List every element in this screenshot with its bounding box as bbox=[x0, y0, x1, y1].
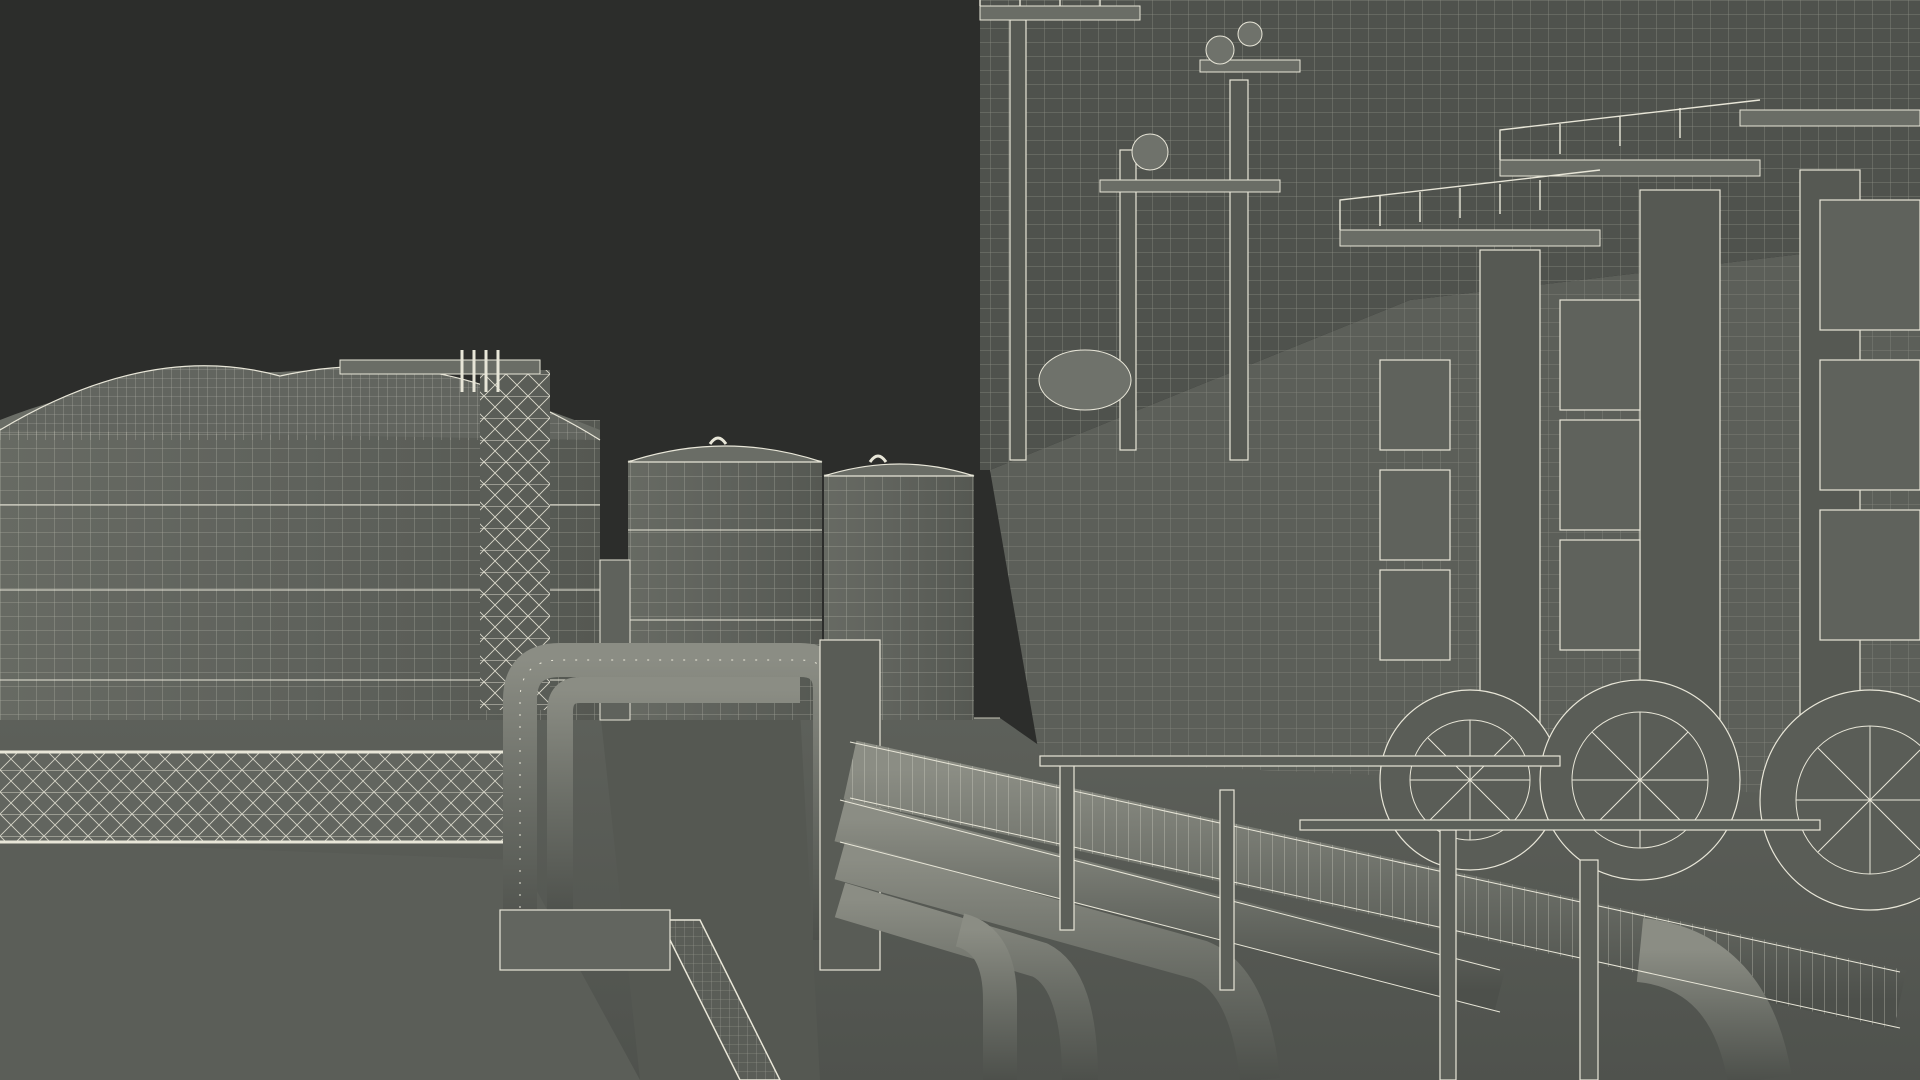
lng-terminal-wireframe-render bbox=[0, 0, 1920, 1080]
